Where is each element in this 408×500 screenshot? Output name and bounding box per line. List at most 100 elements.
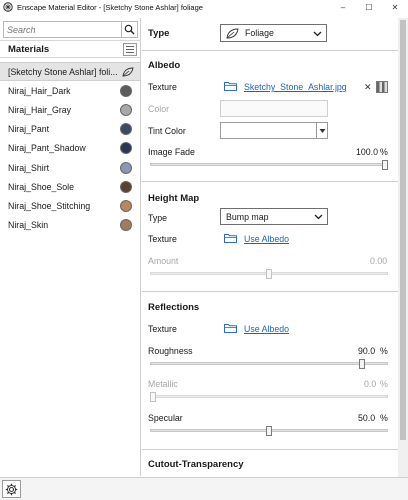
materials-list: [Sketchy Stone Ashlar] foli... Niraj_Hai… xyxy=(0,62,140,235)
amount-slider-thumb xyxy=(266,269,272,279)
scrollbar-thumb[interactable] xyxy=(400,20,406,440)
material-label: Niraj_Shoe_Sole xyxy=(8,181,75,192)
reflections-texture-link[interactable]: Use Albedo xyxy=(244,324,289,334)
cutout-transparency-heading: Cutout-Transparency xyxy=(148,459,244,470)
metallic-label: Metallic xyxy=(148,379,178,389)
specular-label: Specular xyxy=(148,413,183,423)
search-icon xyxy=(124,24,135,35)
section-divider xyxy=(142,449,398,450)
close-button[interactable]: ✕ xyxy=(382,0,408,14)
reflections-texture-label: Texture xyxy=(148,324,177,334)
material-type-value: Foliage xyxy=(245,28,274,38)
material-swatch xyxy=(120,103,132,116)
section-divider xyxy=(142,50,398,51)
albedo-texture-link[interactable]: Sketchy_Stone_Ashlar.jpg xyxy=(244,82,347,92)
specular-unit: % xyxy=(380,413,388,423)
roughness-value: 90.0 xyxy=(358,346,376,356)
albedo-texture-label: Texture xyxy=(148,82,177,92)
image-fade-label: Image Fade xyxy=(148,147,195,157)
material-item[interactable]: Niraj_Shoe_Sole xyxy=(0,177,140,196)
material-label: Niraj_Hair_Gray xyxy=(8,104,72,115)
list-menu-icon[interactable] xyxy=(123,43,137,56)
search-button[interactable] xyxy=(121,21,138,38)
albedo-color-picker xyxy=(220,100,328,117)
materials-sidebar: Materials [Sketchy Stone Ashlar] foli...… xyxy=(0,18,141,476)
material-item[interactable]: Niraj_Shirt xyxy=(0,158,140,177)
minimize-button[interactable]: – xyxy=(330,0,356,14)
reflections-heading: Reflections xyxy=(148,302,200,313)
roughness-slider-thumb[interactable] xyxy=(358,359,365,369)
height-map-type-value: Bump map xyxy=(226,211,269,222)
settings-button[interactable] xyxy=(2,480,21,498)
tint-color-label: Tint Color xyxy=(148,126,186,136)
material-item[interactable]: Niraj_Hair_Gray xyxy=(0,100,140,119)
albedo-color-label: Color xyxy=(148,104,170,114)
roughness-unit: % xyxy=(380,346,388,356)
material-type-select[interactable]: Foliage xyxy=(220,24,327,42)
leaf-icon xyxy=(226,28,239,38)
clear-texture-button[interactable]: ✕ xyxy=(364,82,372,93)
folder-icon[interactable] xyxy=(224,323,237,333)
amount-label: Amount xyxy=(148,256,179,266)
material-label: Niraj_Shirt xyxy=(8,162,50,173)
tint-color-picker[interactable] xyxy=(220,122,328,139)
material-label: Niraj_Skin xyxy=(8,220,49,231)
metallic-slider-thumb xyxy=(150,392,156,402)
search-input[interactable] xyxy=(3,21,121,38)
height-map-type-label: Type xyxy=(148,213,168,223)
metallic-slider-track xyxy=(150,395,388,398)
properties-scrollbar[interactable] xyxy=(398,18,408,477)
albedo-heading: Albedo xyxy=(148,60,181,71)
window-controls: – ☐ ✕ xyxy=(330,0,408,14)
material-item[interactable]: Niraj_Hair_Dark xyxy=(0,81,140,100)
chevron-down-icon xyxy=(319,128,325,133)
material-label: Niraj_Shoe_Stitching xyxy=(8,200,91,211)
amount-value: 0.00 xyxy=(370,256,388,266)
material-swatch xyxy=(120,180,132,193)
section-divider xyxy=(142,291,398,292)
specular-value: 50.0 xyxy=(358,413,376,423)
material-properties-panel: Type Foliage Albedo Texture Sketchy_Ston… xyxy=(142,18,408,477)
height-map-heading: Height Map xyxy=(148,193,200,204)
material-label: [Sketchy Stone Ashlar] foli... xyxy=(8,66,118,77)
material-label: Niraj_Pant_Shadow xyxy=(8,143,86,154)
materials-heading: Materials xyxy=(8,43,50,55)
image-fade-slider-track[interactable] xyxy=(150,163,388,166)
material-swatch xyxy=(120,199,132,212)
roughness-slider-track[interactable] xyxy=(150,362,388,365)
gear-icon xyxy=(5,483,18,495)
metallic-value: 0.0 xyxy=(364,379,377,389)
chevron-down-icon xyxy=(313,31,322,37)
height-map-texture-label: Texture xyxy=(148,234,177,244)
folder-icon[interactable] xyxy=(224,233,237,243)
material-swatch xyxy=(120,161,132,174)
section-divider xyxy=(142,181,398,182)
image-fade-value: 100.0 xyxy=(356,147,379,157)
material-item[interactable]: Niraj_Skin xyxy=(0,216,140,235)
materials-header: Materials xyxy=(0,40,141,58)
dropdown-button[interactable] xyxy=(316,123,327,138)
specular-slider-thumb[interactable] xyxy=(266,426,272,436)
folder-icon[interactable] xyxy=(224,81,237,91)
material-swatch xyxy=(120,123,132,136)
material-label: Niraj_Hair_Dark xyxy=(8,85,71,96)
material-swatch xyxy=(120,84,132,97)
material-item-selected[interactable]: [Sketchy Stone Ashlar] foli... xyxy=(0,62,140,82)
material-swatch xyxy=(120,219,132,232)
title-bar: Enscape Material Editor - [Sketchy Stone… xyxy=(0,0,408,14)
texture-thumbnail xyxy=(376,81,388,93)
image-fade-unit: % xyxy=(380,147,388,157)
material-item[interactable]: Niraj_Pant_Shadow xyxy=(0,139,140,158)
image-fade-slider-thumb[interactable] xyxy=(382,160,388,170)
metallic-unit: % xyxy=(380,379,388,389)
roughness-label: Roughness xyxy=(148,346,193,356)
material-label: Niraj_Pant xyxy=(8,124,50,135)
height-map-type-select[interactable]: Bump map xyxy=(220,208,328,225)
leaf-icon xyxy=(122,67,134,77)
material-item[interactable]: Niraj_Pant xyxy=(0,120,140,139)
search-box xyxy=(3,21,138,38)
window-title: Enscape Material Editor - [Sketchy Stone… xyxy=(17,2,203,12)
material-item[interactable]: Niraj_Shoe_Stitching xyxy=(0,196,140,215)
height-map-texture-link[interactable]: Use Albedo xyxy=(244,234,289,244)
maximize-button[interactable]: ☐ xyxy=(356,0,382,14)
